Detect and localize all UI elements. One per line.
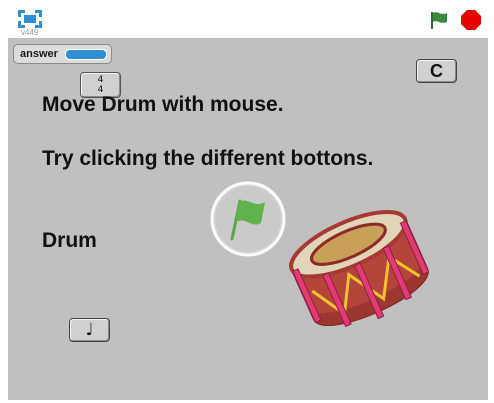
drum-label: Drum [42, 229, 97, 252]
player-controls-bar: v449 [0, 0, 494, 38]
stage-border [0, 38, 8, 403]
green-flag-icon[interactable] [428, 9, 450, 31]
fullscreen-icon[interactable] [16, 8, 44, 30]
variable-monitor-answer: answer [13, 44, 112, 64]
version-label: v449 [21, 28, 39, 37]
time-signature-top: 4 [97, 75, 104, 85]
start-green-flag-icon[interactable] [210, 181, 286, 257]
drum-sprite[interactable] [283, 200, 435, 336]
instruction-move: Move Drum with mouse. [42, 93, 284, 116]
quarter-note-button[interactable]: ♩ [69, 318, 110, 342]
stage-border [488, 38, 494, 403]
stop-icon[interactable] [460, 9, 482, 31]
c-button[interactable]: C [416, 59, 457, 83]
variable-label: answer [20, 48, 58, 60]
variable-value [65, 49, 107, 60]
instruction-click: Try clicking the different bottons. [42, 147, 374, 170]
